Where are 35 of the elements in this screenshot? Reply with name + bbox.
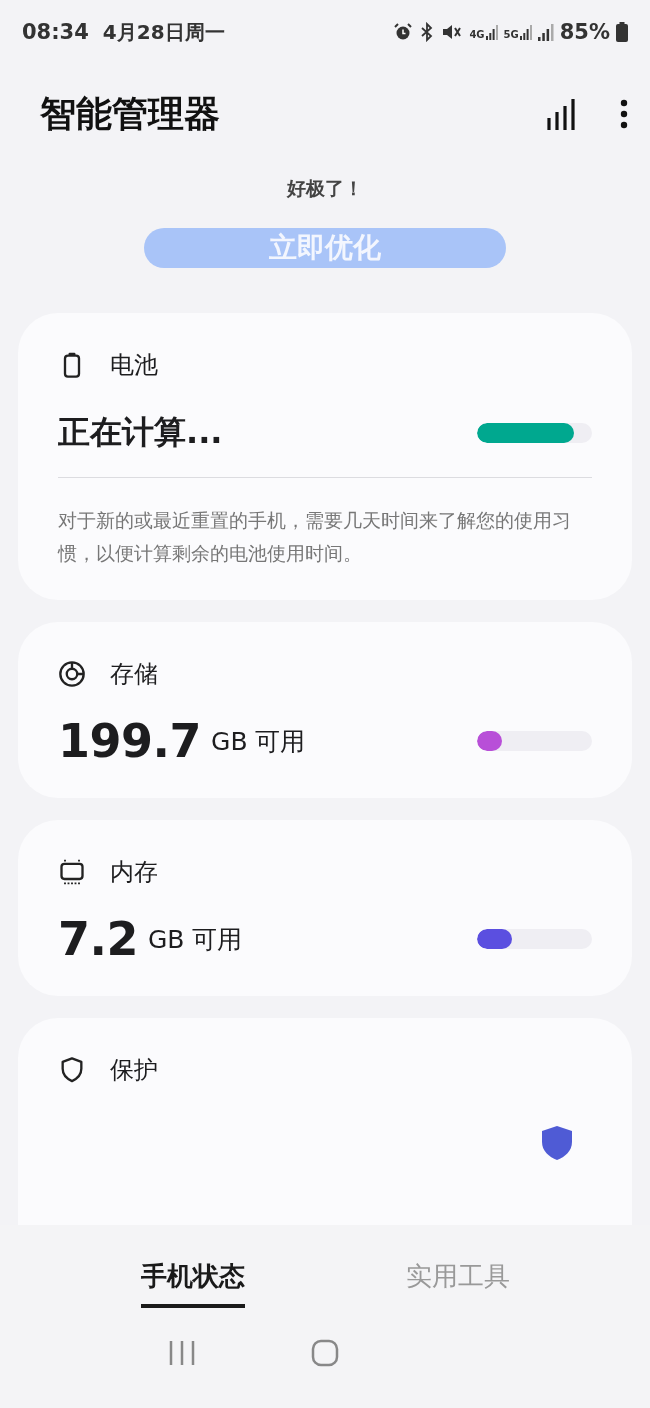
memory-chip-icon xyxy=(58,858,86,886)
card-title: 保护 xyxy=(110,1055,158,1086)
available-unit: GB 可用 xyxy=(148,923,243,956)
mute-icon xyxy=(441,22,464,42)
card-title: 存储 xyxy=(110,659,158,690)
battery-card[interactable]: 电池 正在计算... 对于新的或最近重置的手机，需要几天时间来了解您的使用习惯，以便计算剩余的电池使用时间。 xyxy=(18,313,632,600)
app-title: 智能管理器 xyxy=(40,91,220,136)
shield-badge-icon xyxy=(542,1126,572,1160)
status-message: 好极了！ xyxy=(287,176,363,201)
alarm-icon xyxy=(393,22,414,42)
card-title: 内存 xyxy=(110,857,158,888)
signal-icon xyxy=(537,23,554,41)
status-date: 4月28日周一 xyxy=(102,18,225,46)
bar-chart-icon[interactable] xyxy=(546,98,576,130)
available-amount: 199.7 xyxy=(58,714,201,768)
card-title: 电池 xyxy=(110,350,158,381)
more-options-icon[interactable] xyxy=(620,99,628,129)
battery-icon xyxy=(616,22,628,42)
signal-icon xyxy=(519,24,532,40)
available-amount: 7.2 xyxy=(58,912,138,966)
storage-card[interactable]: 存储 199.7 GB 可用 xyxy=(18,622,632,798)
available-unit: GB 可用 xyxy=(211,725,306,758)
pie-chart-icon xyxy=(58,660,86,688)
protection-card[interactable]: 保护 xyxy=(18,1018,632,1225)
battery-status: 正在计算... xyxy=(58,412,223,453)
recent-apps-icon[interactable] xyxy=(167,1340,196,1366)
signal-icon xyxy=(485,24,498,40)
tab[interactable]: 手机状态 xyxy=(140,1255,245,1308)
network-type-label: 4G xyxy=(469,30,485,40)
home-icon[interactable] xyxy=(311,1339,339,1367)
battery-percent: 85% xyxy=(559,20,610,44)
network-type-label: 5G xyxy=(503,30,519,40)
memory-card[interactable]: 内存 7.2 GB 可用 xyxy=(18,820,632,996)
status-time: 08:34 xyxy=(22,20,89,44)
battery-description: 对于新的或最近重置的手机，需要几天时间来了解您的使用习惯，以便计算剩余的电池使用时间。 xyxy=(58,508,572,566)
